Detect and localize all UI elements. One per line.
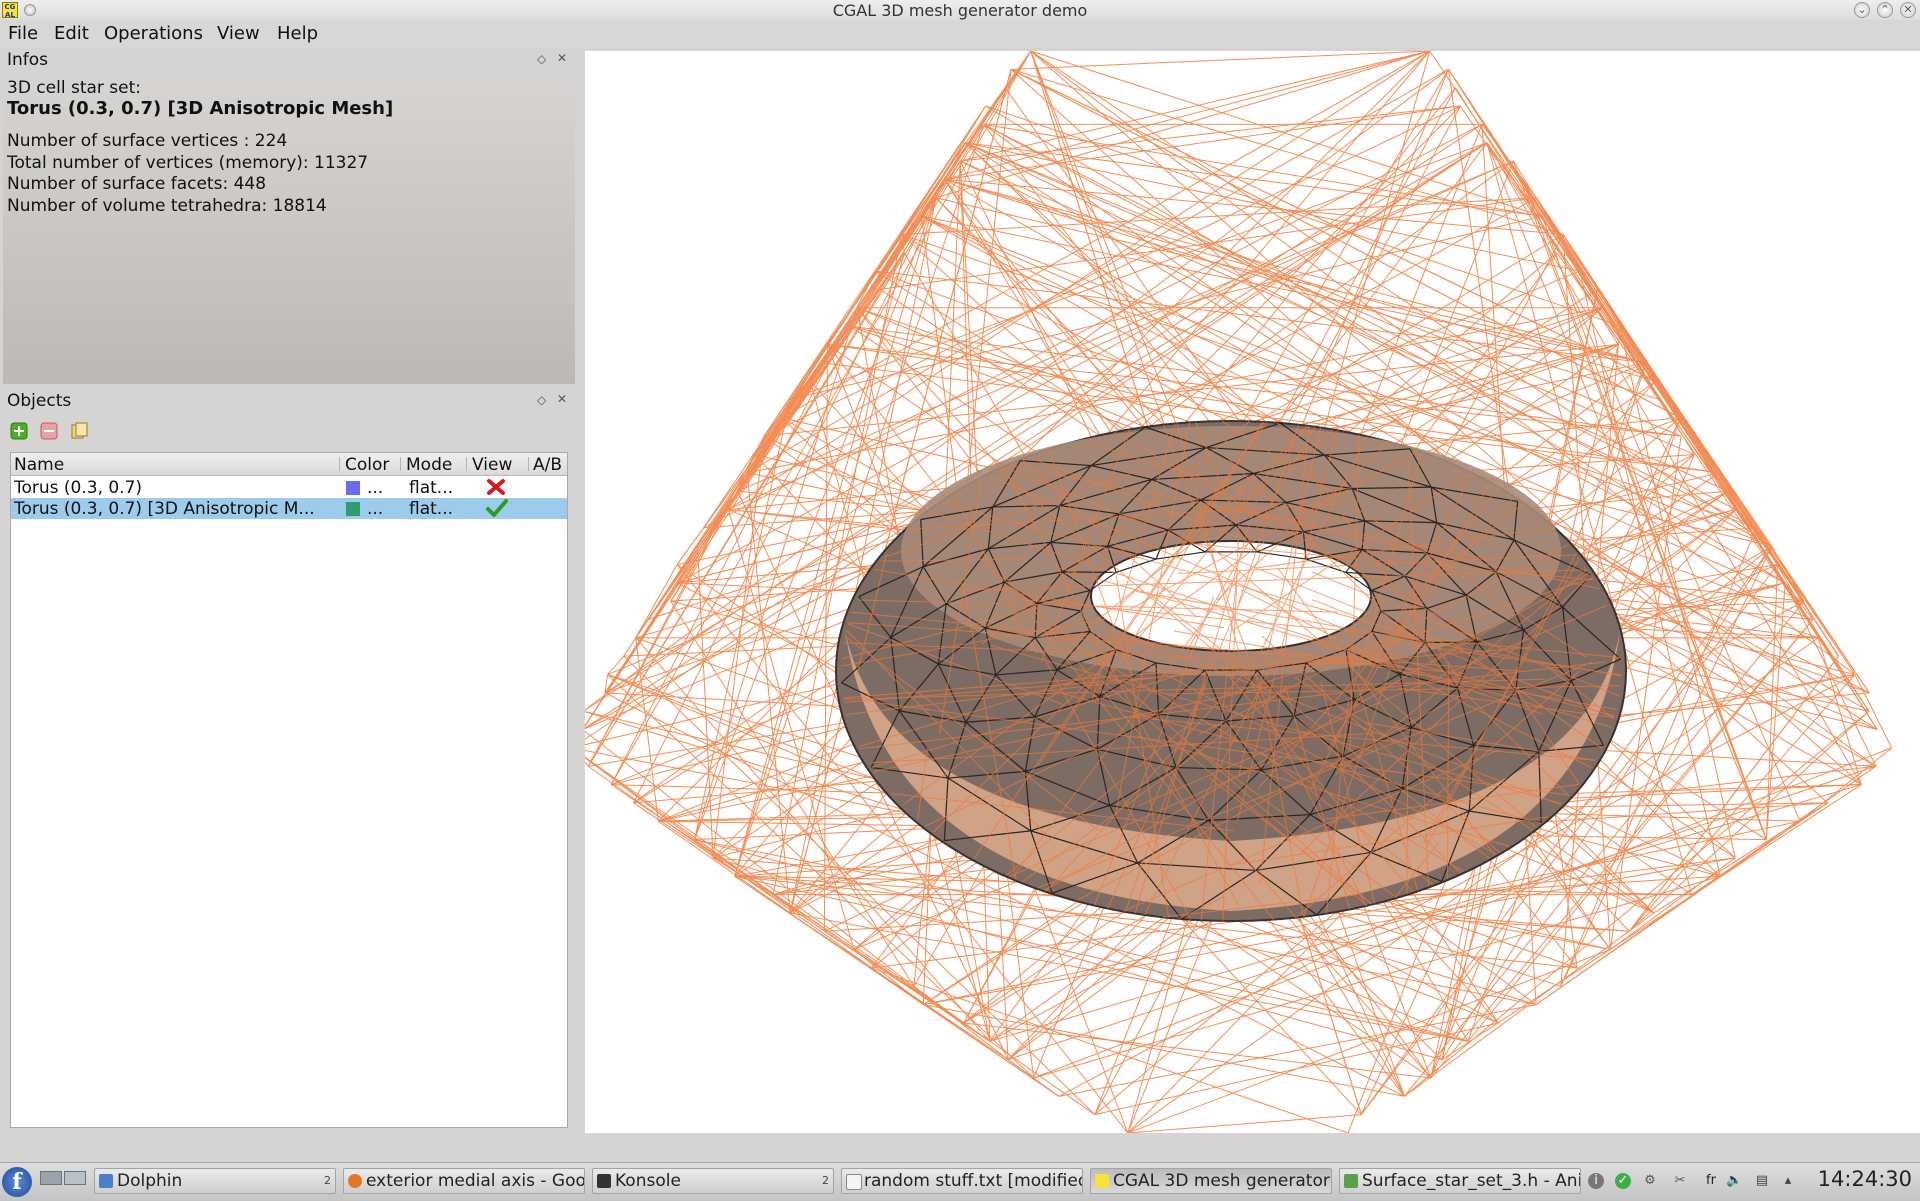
info-heading: 3D cell star set: bbox=[7, 78, 142, 98]
infos-dock-title: Infos bbox=[7, 50, 49, 70]
maximize-button[interactable]: ⌃ bbox=[1877, 2, 1893, 18]
window-title: CGAL 3D mesh generator demo bbox=[832, 1, 1088, 20]
code-file-icon bbox=[1344, 1174, 1358, 1188]
dock-float-icon[interactable]: ◇ bbox=[537, 52, 546, 66]
task-editor[interactable]: random stuff.txt [modified] bbox=[841, 1168, 1083, 1194]
cgal-icon bbox=[1095, 1174, 1109, 1188]
tray-info-icon[interactable]: i bbox=[1588, 1173, 1604, 1189]
minus-icon bbox=[40, 422, 58, 440]
objects-table: Name Color Mode View A/B Torus (0.3, 0.7… bbox=[10, 452, 568, 1128]
volume-icon[interactable]: 🔈 bbox=[1726, 1173, 1742, 1189]
column-divider[interactable] bbox=[339, 457, 340, 471]
add-object-button[interactable] bbox=[8, 421, 30, 441]
view-visible-icon[interactable] bbox=[485, 498, 509, 523]
title-bar: CG AL CGAL 3D mesh generator demo ⌄ ⌃ ✕ bbox=[0, 0, 1920, 21]
dock-float-icon[interactable]: ◇ bbox=[537, 393, 546, 407]
desktop-1[interactable] bbox=[40, 1171, 62, 1185]
tray-scissors-icon[interactable]: ✂ bbox=[1672, 1173, 1688, 1189]
keyboard-layout[interactable]: fr bbox=[1700, 1173, 1722, 1189]
start-menu-button[interactable]: f bbox=[2, 1167, 32, 1197]
firefox-icon bbox=[348, 1174, 362, 1188]
task-browser[interactable]: exterior medial axis - Goog bbox=[343, 1168, 585, 1194]
plus-icon bbox=[10, 422, 28, 440]
table-row[interactable]: Torus (0.3, 0.7) ... flat... bbox=[11, 477, 567, 498]
clipboard-icon[interactable]: ▤ bbox=[1754, 1173, 1770, 1189]
table-header: Name Color Mode View A/B bbox=[11, 453, 567, 476]
menu-operations[interactable]: Operations bbox=[100, 23, 207, 44]
column-mode[interactable]: Mode bbox=[406, 455, 452, 475]
render-mode[interactable]: flat... bbox=[409, 478, 453, 498]
info-surface-facets: Number of surface facets: 448 bbox=[7, 174, 267, 194]
color-ellipsis: ... bbox=[367, 478, 384, 498]
color-ellipsis: ... bbox=[367, 499, 384, 519]
menu-view[interactable]: View bbox=[213, 23, 264, 44]
minimize-button[interactable]: ⌄ bbox=[1854, 2, 1870, 18]
close-button[interactable]: ✕ bbox=[1900, 2, 1916, 18]
mesh-rendering bbox=[585, 51, 1893, 1133]
info-volume-tetrahedra: Number of volume tetrahedra: 18814 bbox=[7, 196, 327, 216]
task-source-file[interactable]: Surface_star_set_3.h - Ani bbox=[1339, 1168, 1581, 1194]
dock-close-icon[interactable]: ✕ bbox=[557, 51, 567, 65]
info-total-vertices: Total number of vertices (memory): 11327 bbox=[7, 153, 369, 173]
column-ab[interactable]: A/B bbox=[533, 455, 562, 475]
copy-icon bbox=[71, 422, 88, 439]
task-konsole[interactable]: Konsole 2 bbox=[592, 1168, 834, 1194]
column-view[interactable]: View bbox=[472, 455, 512, 475]
remove-object-button[interactable] bbox=[38, 421, 60, 441]
table-row[interactable]: Torus (0.3, 0.7) [3D Anisotropic M... ..… bbox=[11, 498, 567, 519]
menu-edit[interactable]: Edit bbox=[50, 23, 93, 44]
dolphin-icon bbox=[99, 1174, 113, 1188]
column-divider[interactable] bbox=[528, 457, 529, 471]
infos-panel: 3D cell star set: Torus (0.3, 0.7) [3D A… bbox=[3, 72, 575, 384]
menu-file[interactable]: File bbox=[4, 23, 42, 44]
task-cgal[interactable]: CGAL 3D mesh generator bbox=[1090, 1168, 1332, 1194]
clock[interactable]: 14:24:30 bbox=[1818, 1167, 1912, 1191]
dock-close-icon[interactable]: ✕ bbox=[557, 392, 567, 406]
taskbar: f Dolphin 2 exterior medial axis - Goog … bbox=[0, 1162, 1920, 1201]
color-swatch[interactable] bbox=[346, 502, 360, 516]
column-color[interactable]: Color bbox=[345, 455, 389, 475]
info-surface-vertices: Number of surface vertices : 224 bbox=[7, 131, 288, 151]
column-name[interactable]: Name bbox=[14, 455, 64, 475]
column-divider[interactable] bbox=[400, 457, 401, 471]
object-name[interactable]: Torus (0.3, 0.7) bbox=[14, 478, 336, 498]
tray-expand-icon[interactable]: ▴ bbox=[1780, 1173, 1796, 1189]
color-swatch[interactable] bbox=[346, 481, 360, 495]
task-dolphin[interactable]: Dolphin 2 bbox=[94, 1168, 336, 1194]
objects-dock-title: Objects bbox=[7, 391, 72, 411]
menu-bar: File Edit Operations View Help bbox=[0, 20, 1920, 48]
3d-viewer[interactable] bbox=[585, 51, 1920, 1133]
info-object-name: Torus (0.3, 0.7) [3D Anisotropic Mesh] bbox=[7, 98, 394, 119]
desktop-2[interactable] bbox=[64, 1171, 86, 1185]
column-divider[interactable] bbox=[466, 457, 467, 471]
tray-update-icon[interactable]: ✓ bbox=[1615, 1173, 1631, 1189]
menu-help[interactable]: Help bbox=[273, 23, 322, 44]
render-mode[interactable]: flat... bbox=[409, 499, 453, 519]
object-name[interactable]: Torus (0.3, 0.7) [3D Anisotropic M... bbox=[14, 499, 336, 519]
duplicate-object-button[interactable] bbox=[68, 421, 90, 441]
tray-settings-icon[interactable]: ⚙ bbox=[1642, 1173, 1658, 1189]
terminal-icon bbox=[597, 1174, 611, 1188]
text-file-icon bbox=[846, 1174, 862, 1190]
